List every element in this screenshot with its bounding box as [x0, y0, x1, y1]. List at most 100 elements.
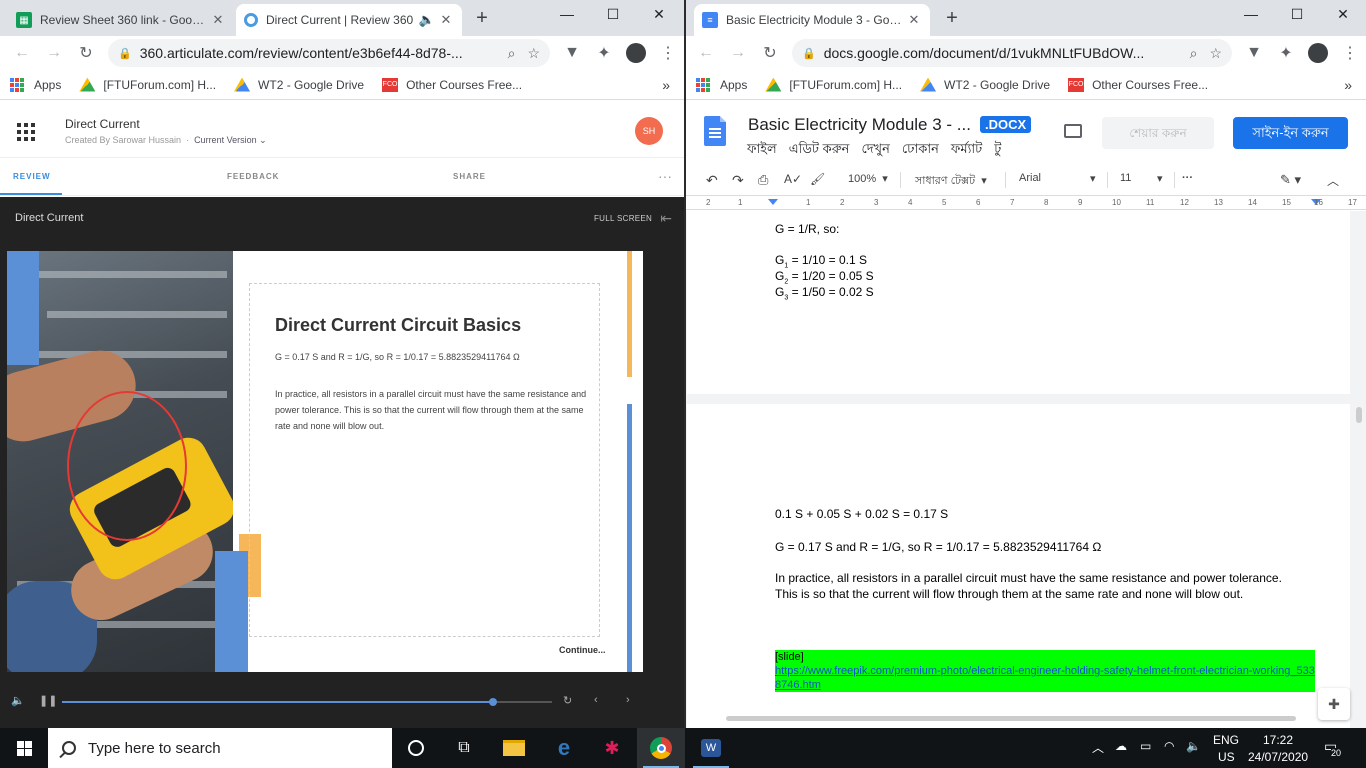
reload-button[interactable]: ↻ [70, 43, 102, 63]
seek-handle[interactable] [489, 698, 498, 706]
tab-review[interactable]: REVIEW [13, 172, 51, 181]
audio-playing-icon[interactable]: 🔈 [416, 12, 438, 28]
minimize-button[interactable]: — [1228, 0, 1274, 30]
minimize-button[interactable]: — [544, 0, 590, 30]
extensions-icon[interactable]: ✦ [588, 43, 620, 63]
bookmark-star-icon[interactable]: ☆ [1209, 45, 1222, 62]
language-indicator[interactable]: ENG [1213, 733, 1239, 747]
cortana-icon[interactable] [392, 728, 440, 768]
horizontal-scrollbar[interactable] [726, 716, 1296, 721]
menu-format[interactable]: ফর্ম্যাট [951, 140, 982, 161]
font-select[interactable]: Arial [1019, 172, 1041, 184]
bookmark-other-courses[interactable]: FCO Other Courses Free... [1068, 77, 1208, 92]
start-button[interactable] [0, 728, 48, 768]
menu-tools[interactable]: টু [994, 140, 1001, 161]
undo-icon[interactable]: ↶ [706, 172, 718, 189]
zoom-select[interactable]: 100% ▾ [848, 172, 888, 185]
comment-history-icon[interactable] [1064, 124, 1082, 138]
menu-insert[interactable]: ঢোকান [902, 140, 939, 161]
collapse-panel-icon[interactable]: ⇤ [660, 210, 672, 227]
chevron-down-icon[interactable]: ▾ [1090, 172, 1096, 185]
writer-app-icon[interactable]: W [687, 728, 735, 768]
edge-icon[interactable]: e [540, 728, 588, 768]
pause-icon[interactable]: ❚❚ [39, 694, 57, 707]
bookmark-wt2[interactable]: WT2 - Google Drive [920, 77, 1050, 92]
file-explorer-icon[interactable] [490, 728, 538, 768]
document-title[interactable]: Basic Electricity Module 3 - ... [748, 115, 971, 135]
chrome-icon[interactable] [637, 728, 685, 768]
menu-icon[interactable]: ⋮ [1334, 43, 1366, 63]
profile-avatar[interactable] [1308, 43, 1328, 63]
menu-edit[interactable]: এডিট করুন [789, 140, 850, 161]
vivaldi-extension-icon[interactable]: ▼ [1238, 44, 1270, 62]
tab-review-sheet[interactable]: ▦ Review Sheet 360 link - Google Sheets … [8, 4, 234, 36]
bookmark-wt2[interactable]: WT2 - Google Drive [234, 77, 364, 92]
sign-in-button[interactable]: সাইন-ইন করুন [1233, 117, 1348, 149]
tab-share[interactable]: SHARE [453, 172, 486, 181]
wifi-icon[interactable]: ◠ [1164, 739, 1174, 753]
vertical-scrollbar[interactable] [1356, 407, 1362, 423]
close-window-button[interactable]: ✕ [636, 0, 682, 30]
back-button[interactable]: ← [6, 44, 38, 62]
show-hidden-icons[interactable]: ︿ [1092, 739, 1104, 756]
battery-icon[interactable]: ▭ [1140, 739, 1151, 753]
clock-time[interactable]: 17:22 [1263, 733, 1293, 747]
bookmark-ftuforum[interactable]: [FTUForum.com] H... [79, 77, 216, 92]
close-window-button[interactable]: ✕ [1320, 0, 1366, 30]
replay-icon[interactable]: ↻ [563, 694, 572, 707]
forward-button[interactable]: → [722, 44, 754, 62]
menu-view[interactable]: দেখুন [861, 140, 889, 161]
menu-file[interactable]: ফাইল [747, 140, 777, 161]
volume-icon[interactable]: 🔈 [1186, 739, 1201, 753]
address-bar[interactable]: 🔒 360.articulate.com/review/content/e3b6… [108, 39, 550, 67]
source-link[interactable]: https://www.freepik.com/premium-photo/el… [775, 665, 1315, 691]
full-screen-button[interactable]: FULL SCREEN [594, 214, 652, 223]
extensions-icon[interactable]: ✦ [1270, 43, 1302, 63]
close-tab-icon[interactable]: ✕ [438, 12, 454, 28]
menu-icon[interactable]: ⋮ [652, 43, 684, 63]
back-button[interactable]: ← [690, 44, 722, 62]
forward-button[interactable]: → [38, 44, 70, 62]
previous-icon[interactable]: ‹ [594, 694, 598, 706]
people-icon[interactable]: ☁ [1115, 739, 1127, 753]
continue-button[interactable]: Continue... [559, 645, 606, 655]
share-button[interactable]: শেয়ার করুন [1102, 117, 1214, 149]
more-tools-icon[interactable]: ··· [1182, 172, 1193, 184]
tab-google-docs[interactable]: ≡ Basic Electricity Module 3 - Google Do… [694, 4, 930, 36]
chevron-down-icon[interactable]: ▾ [1157, 172, 1163, 185]
version-dropdown[interactable]: Current Version ⌄ [194, 135, 267, 145]
slack-icon[interactable]: ✱ [588, 728, 636, 768]
bookmark-apps[interactable]: Apps [10, 77, 61, 92]
editing-mode-icon[interactable]: ✎ ▾ [1280, 172, 1301, 188]
user-avatar[interactable]: SH [635, 117, 663, 145]
reload-button[interactable]: ↻ [754, 43, 786, 63]
bookmark-other-courses[interactable]: FCO Other Courses Free... [382, 77, 522, 92]
maximize-button[interactable]: ☐ [1274, 0, 1320, 30]
google-docs-icon[interactable] [704, 116, 726, 146]
address-bar[interactable]: 🔒 docs.google.com/document/d/1vukMNLtFUB… [792, 39, 1232, 67]
tab-direct-current[interactable]: Direct Current | Review 360 🔈 ✕ [236, 4, 462, 36]
explore-icon[interactable]: ✚ [1318, 688, 1350, 720]
vivaldi-extension-icon[interactable]: ▼ [556, 44, 588, 62]
more-bookmarks-icon[interactable]: » [662, 77, 670, 93]
left-indent-marker[interactable] [768, 199, 778, 205]
close-tab-icon[interactable]: ✕ [906, 12, 922, 28]
paint-format-icon[interactable]: 🖌 [810, 172, 825, 186]
bookmark-star-icon[interactable]: ☆ [527, 45, 540, 62]
zoom-icon[interactable]: ⌕ [1190, 45, 1198, 62]
spellcheck-icon[interactable]: A✓ [784, 172, 802, 186]
bookmark-apps[interactable]: Apps [696, 77, 747, 92]
more-options-icon[interactable]: ··· [658, 168, 672, 184]
zoom-icon[interactable]: ⌕ [508, 45, 516, 62]
app-grid-icon[interactable] [17, 123, 35, 141]
next-icon[interactable]: › [626, 694, 630, 706]
new-tab-button[interactable]: + [468, 6, 496, 30]
tab-feedback[interactable]: FEEDBACK [227, 172, 279, 181]
font-size-select[interactable]: 11 [1120, 172, 1131, 184]
bookmark-ftuforum[interactable]: [FTUForum.com] H... [765, 77, 902, 92]
profile-avatar[interactable] [626, 43, 646, 63]
seek-bar[interactable] [62, 698, 552, 706]
print-icon[interactable]: ⎙ [758, 172, 768, 188]
close-tab-icon[interactable]: ✕ [210, 12, 226, 28]
style-select[interactable]: সাধারণ টেক্সট ▾ [915, 172, 987, 191]
